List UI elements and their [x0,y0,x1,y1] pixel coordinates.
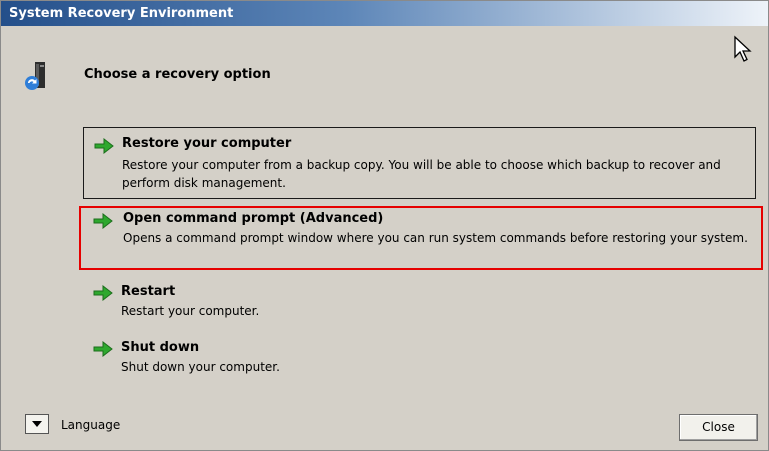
green-arrow-icon [93,341,113,357]
title-bar: System Recovery Environment [1,1,768,26]
option-label: Shut down [121,340,200,355]
option-restore-computer[interactable]: Restore your computer Restore your compu… [83,127,756,199]
option-shut-down[interactable]: Shut down Shut down your computer. [83,337,756,385]
green-arrow-icon [93,213,113,229]
recovery-tower-icon [25,62,45,90]
green-arrow-icon [94,138,114,154]
window-title: System Recovery Environment [9,6,234,21]
option-description: Shut down your computer. [121,360,280,374]
option-label: Restore your computer [122,136,292,151]
option-description: Opens a command prompt window where you … [123,231,748,245]
close-button[interactable]: Close [679,414,758,441]
option-description: Restore your computer from a backup copy… [122,158,721,190]
chevron-down-icon [32,421,42,427]
language-label: Language [61,418,121,432]
option-description: Restart your computer. [121,304,260,318]
page-title: Choose a recovery option [84,67,271,82]
option-label: Restart [121,284,176,299]
mouse-cursor-icon [734,35,752,62]
green-arrow-icon [93,285,113,301]
option-command-prompt[interactable]: Open command prompt (Advanced) Opens a c… [79,206,763,270]
option-restart[interactable]: Restart Restart your computer. [83,281,756,329]
recovery-window: System Recovery Environment Choose a rec… [0,0,769,451]
option-label: Open command prompt (Advanced) [123,211,384,226]
language-dropdown-button[interactable] [25,414,49,434]
